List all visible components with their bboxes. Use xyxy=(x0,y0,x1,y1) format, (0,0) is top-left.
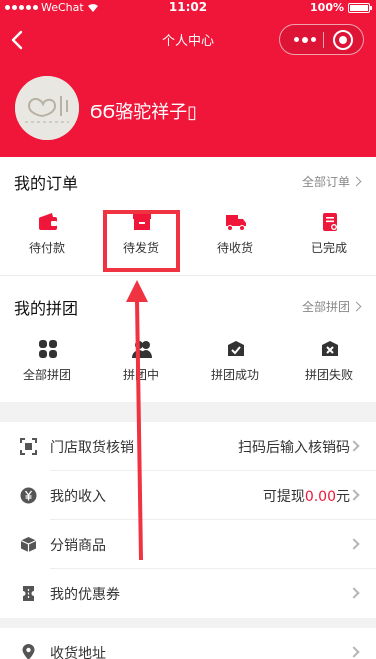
chevron-right-icon xyxy=(351,301,362,312)
order-pending-receipt[interactable]: 待收货 xyxy=(188,201,282,275)
groups-card: 我的拼团 全部拼团 全部拼团 拼团中 拼团成功 拼团失败 xyxy=(0,276,376,402)
status-bar: WeChat 11:02 100% xyxy=(0,0,376,16)
orders-grid: 待付款 待发货 待收货 已完成 xyxy=(0,201,376,275)
groups-grid: 全部拼团 拼团中 拼团成功 拼团失败 xyxy=(0,328,376,402)
box-x-icon xyxy=(322,341,338,356)
chevron-right-icon xyxy=(348,538,360,550)
nav-bar: 个人中心 xyxy=(0,16,376,64)
clipboard-icon xyxy=(323,213,337,231)
chevron-right-icon xyxy=(351,176,362,187)
chevron-right-icon xyxy=(348,587,360,599)
menu-my-coupons[interactable]: 我的优惠券 xyxy=(0,569,376,618)
battery-icon xyxy=(348,2,372,13)
mini-program-capsule xyxy=(279,24,364,55)
profile-header: WeChat 11:02 100% 个人中心 ϬϬ骆驼祥子▯ xyxy=(0,0,376,157)
order-completed[interactable]: 已完成 xyxy=(282,201,376,275)
username: ϬϬ骆驼祥子▯ xyxy=(90,102,198,123)
annotation-highlight-box xyxy=(103,210,180,272)
all-groups-link[interactable]: 全部拼团 xyxy=(302,298,362,315)
people-icon xyxy=(132,341,152,358)
battery-percent: 100% xyxy=(310,1,344,14)
wallet-icon xyxy=(39,213,57,230)
orders-title: 我的订单 xyxy=(14,174,79,193)
truck-icon xyxy=(226,215,246,231)
scan-icon xyxy=(20,438,37,455)
chevron-right-icon xyxy=(348,646,360,658)
groups-title: 我的拼团 xyxy=(14,299,79,318)
yen-icon xyxy=(20,487,37,504)
menu-shipping-address[interactable]: 收货地址 xyxy=(0,628,376,659)
menu-store-pickup[interactable]: 门店取货核销 扫码后输入核销码 xyxy=(0,422,376,471)
coupon-icon xyxy=(23,586,34,601)
clover-icon xyxy=(39,340,57,358)
more-icon[interactable] xyxy=(288,25,322,54)
order-pending-payment[interactable]: 待付款 xyxy=(0,201,94,275)
group-all[interactable]: 全部拼团 xyxy=(0,328,94,402)
orders-card: 我的订单 全部订单 待付款 待发货 待收货 已完成 xyxy=(0,157,376,275)
avatar[interactable] xyxy=(15,76,79,140)
group-success[interactable]: 拼团成功 xyxy=(188,328,282,402)
box-check-icon xyxy=(228,341,244,356)
all-orders-link[interactable]: 全部订单 xyxy=(302,173,362,190)
withdrawable-amount: 可提现0.00元 xyxy=(262,489,350,505)
cube-icon xyxy=(20,537,37,552)
close-target-icon[interactable] xyxy=(333,30,353,50)
location-icon xyxy=(22,644,35,659)
group-failed[interactable]: 拼团失败 xyxy=(282,328,376,402)
chevron-right-icon xyxy=(348,440,360,452)
menu-my-income[interactable]: 我的收入 可提现0.00元 xyxy=(0,471,376,520)
menu-distribution-products[interactable]: 分销商品 xyxy=(0,520,376,569)
group-in-progress[interactable]: 拼团中 xyxy=(94,328,188,402)
chevron-right-icon xyxy=(348,489,360,501)
